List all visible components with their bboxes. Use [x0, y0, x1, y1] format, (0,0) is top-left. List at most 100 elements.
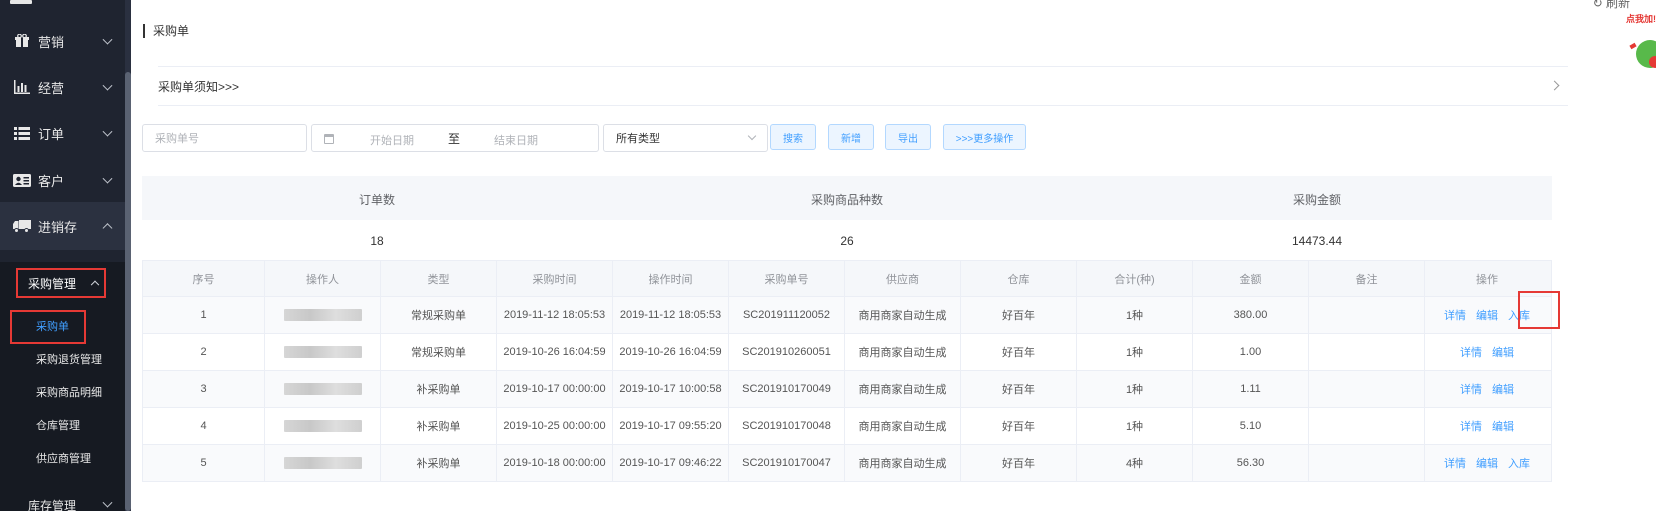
summary-label-amount: 采购金额: [1292, 193, 1341, 207]
edit-link[interactable]: 编辑: [1476, 307, 1498, 323]
end-date-placeholder: 结束日期: [494, 135, 538, 147]
cell-type: 补采购单: [381, 408, 497, 444]
cell-total: 1种: [1077, 371, 1193, 407]
detail-link[interactable]: 详情: [1460, 418, 1482, 434]
sidebar-item-label: 经营: [38, 80, 65, 96]
chevron-down-icon: [102, 80, 113, 91]
cell-purchase-time: 2019-10-17 00:00:00: [497, 371, 613, 407]
column-header: 合计(种): [1077, 261, 1193, 296]
column-header: 操作时间: [613, 261, 729, 296]
date-range-picker[interactable]: 开始日期 至 结束日期: [311, 124, 599, 152]
column-header: 仓库: [961, 261, 1077, 296]
cell-order-no: SC201910170047: [729, 445, 845, 481]
cell-warehouse: 好百年: [961, 371, 1077, 407]
cell-purchase-time: 2019-11-12 18:05:53: [497, 297, 613, 333]
sidebar-item-customers[interactable]: 客户: [0, 156, 125, 204]
floating-ad[interactable]: 点我加!: [1624, 10, 1656, 80]
summary-value-orders: 18: [370, 234, 384, 248]
detail-link[interactable]: 详情: [1460, 381, 1482, 397]
sidebar-item-stock[interactable]: 库存管理: [0, 490, 125, 511]
export-button[interactable]: 导出: [885, 124, 931, 150]
submenu-item-purchase-order[interactable]: 采购单: [0, 310, 125, 344]
cell-op-time: 2019-10-17 09:46:22: [613, 445, 729, 481]
sidebar-item-label: 营销: [38, 34, 65, 50]
highlight-box: [10, 310, 86, 344]
stock-in-link[interactable]: 入库: [1508, 307, 1530, 323]
calendar-icon: [324, 134, 334, 144]
table-row[interactable]: 4 补采购单 2019-10-25 00:00:00 2019-10-17 09:55…: [143, 408, 1551, 445]
table-row[interactable]: 1 常规采购单 2019-11-12 18:05:53 2019-11-12 18:0…: [143, 297, 1551, 334]
truck-icon: [12, 218, 32, 234]
edit-link[interactable]: 编辑: [1476, 455, 1498, 471]
sidebar-item-operations[interactable]: 经营: [0, 63, 125, 111]
chevron-down-icon: [102, 497, 113, 508]
table-row[interactable]: 2 常规采购单 2019-10-26 16:04:59 2019-10-26 16:0…: [143, 334, 1551, 371]
cell-purchase-time: 2019-10-26 16:04:59: [497, 334, 613, 370]
submenu-item-supplier[interactable]: 供应商管理: [0, 442, 125, 474]
cell-op-time: 2019-10-26 16:04:59: [613, 334, 729, 370]
detail-link[interactable]: 详情: [1444, 455, 1466, 471]
sidebar-item-marketing[interactable]: 营销: [0, 17, 125, 65]
cell-type: 补采购单: [381, 445, 497, 481]
summary-value-amount: 14473.44: [1291, 234, 1343, 248]
blurred-operator-name: [283, 309, 362, 321]
chevron-up-icon: [90, 280, 100, 290]
summary-label-product-types: 采购商品种数: [810, 193, 883, 207]
column-header: 类型: [381, 261, 497, 296]
cell-supplier: 商用商家自动生成: [845, 445, 961, 481]
ad-mascot-icon: [1629, 40, 1656, 68]
chevron-down-icon: [102, 34, 113, 45]
menu-icon-partial: [10, 0, 32, 4]
submenu-item-purchase-return[interactable]: 采购退货管理: [0, 343, 125, 375]
sidebar-item-orders[interactable]: 订单: [0, 109, 125, 157]
notice-bar[interactable]: 采购单须知>>>: [158, 66, 1568, 106]
actions-cell: 详情 编辑 入库: [1425, 297, 1549, 333]
add-button[interactable]: 新增: [828, 124, 874, 150]
type-select[interactable]: 所有类型: [603, 124, 768, 152]
chevron-down-icon: [747, 131, 757, 141]
page-title: 采购单: [143, 24, 189, 38]
type-select-value: 所有类型: [616, 133, 660, 145]
column-header: 供应商: [845, 261, 961, 296]
column-header: 采购单号: [729, 261, 845, 296]
purchase-order-table: 序号 操作人 类型 采购时间 操作时间 采购单号 供应商 仓库 合计(种) 金额 备注 操作 1 常规采…: [142, 260, 1560, 482]
sidebar-item-label: 库存管理: [28, 498, 77, 511]
cell-no: 3: [143, 371, 265, 407]
blurred-operator-name: [283, 346, 362, 358]
table-row[interactable]: 5 补采购单 2019-10-18 00:00:00 2019-10-17 09:46…: [143, 445, 1551, 482]
column-header: 备注: [1309, 261, 1425, 296]
detail-link[interactable]: 详情: [1460, 344, 1482, 360]
cell-op-time: 2019-10-17 09:55:20: [613, 408, 729, 444]
bar-chart-icon: [12, 79, 32, 95]
list-icon: [12, 125, 32, 141]
table-row[interactable]: 3 补采购单 2019-10-17 00:00:00 2019-10-17 10:00…: [143, 371, 1551, 408]
sidebar-item-label: 进销存: [38, 219, 78, 235]
cell-remark: [1309, 445, 1425, 481]
search-button[interactable]: 搜索: [770, 124, 816, 150]
submenu-purchase-management[interactable]: 采购管理: [16, 268, 106, 298]
detail-link[interactable]: 详情: [1444, 307, 1466, 323]
order-number-input[interactable]: 采购单号: [142, 124, 307, 152]
chevron-down-icon: [102, 173, 113, 184]
notice-text: 采购单须知>>>: [158, 79, 240, 94]
column-header: 操作: [1476, 273, 1498, 286]
blurred-operator-name: [283, 383, 362, 395]
cell-amount: 56.30: [1193, 445, 1309, 481]
column-header: 操作人: [265, 261, 381, 296]
submenu-item-warehouse[interactable]: 仓库管理: [0, 409, 125, 441]
blurred-operator-name: [283, 420, 362, 432]
edit-link[interactable]: 编辑: [1492, 344, 1514, 360]
submenu-label: 采购管理: [28, 276, 77, 291]
edit-link[interactable]: 编辑: [1492, 418, 1514, 434]
summary-label-orders: 订单数: [358, 193, 395, 207]
submenu-item-purchase-detail[interactable]: 采购商品明细: [0, 376, 125, 408]
cell-total: 1种: [1077, 297, 1193, 333]
sidebar-item-inventory[interactable]: 进销存: [0, 202, 125, 250]
cell-amount: 5.10: [1193, 408, 1309, 444]
more-actions-button[interactable]: >>>更多操作: [943, 124, 1026, 150]
operator-cell: [265, 408, 381, 444]
edit-link[interactable]: 编辑: [1492, 381, 1514, 397]
cell-total: 1种: [1077, 334, 1193, 370]
stock-in-link[interactable]: 入库: [1508, 455, 1530, 471]
cell-no: 4: [143, 408, 265, 444]
